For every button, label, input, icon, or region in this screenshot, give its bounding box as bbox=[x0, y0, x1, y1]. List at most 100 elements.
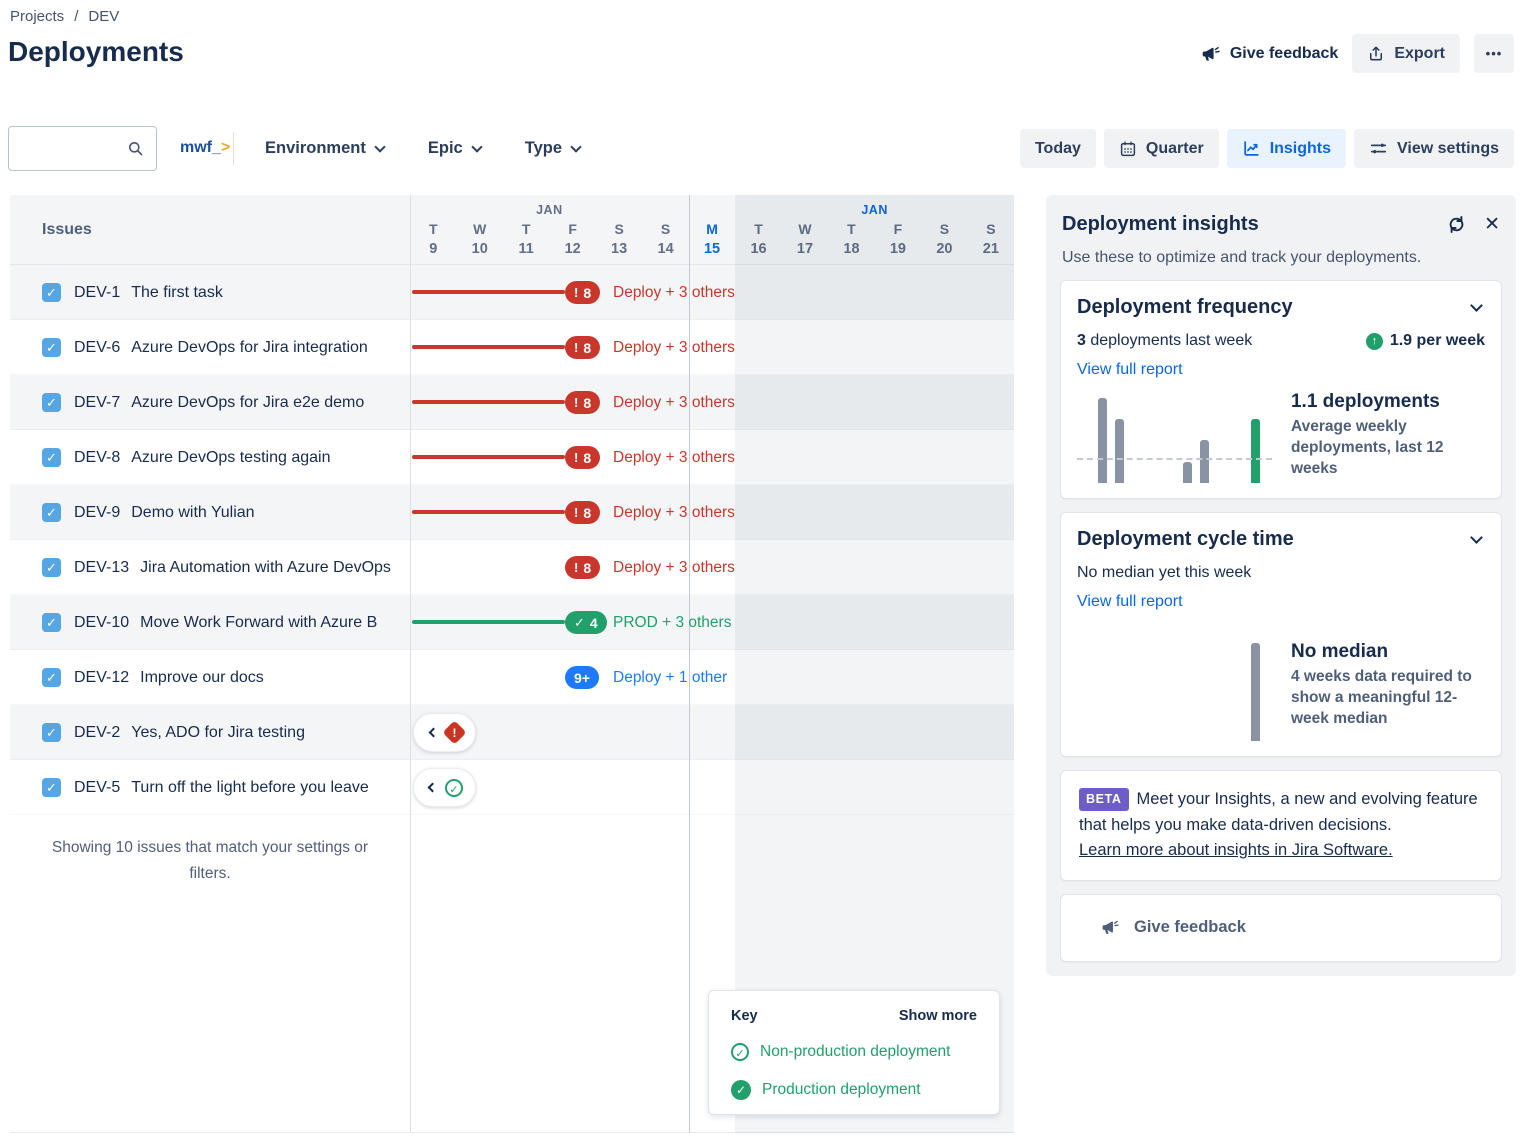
search-input[interactable] bbox=[19, 127, 124, 170]
day-column-header: S13 bbox=[596, 221, 642, 257]
give-feedback-button[interactable]: Give feedback bbox=[1201, 44, 1339, 64]
deployment-badge[interactable]: !8 bbox=[565, 391, 600, 414]
issue-checkbox[interactable]: ✓ bbox=[42, 778, 61, 797]
frequency-chart-headline: 1.1 deployments bbox=[1291, 391, 1485, 413]
issue-row[interactable]: ✓DEV-2Yes, ADO for Jira testing! bbox=[10, 705, 1014, 760]
sliders-icon bbox=[1369, 139, 1388, 158]
check-icon: ✓ bbox=[574, 615, 585, 631]
insights-button[interactable]: Insights bbox=[1227, 129, 1346, 168]
issue-text: DEV-13Jira Automation with Azure DevOps bbox=[74, 540, 408, 595]
issue-title: Turn off the light before you leave bbox=[131, 779, 368, 796]
deployment-badge[interactable]: 9+ bbox=[565, 666, 599, 689]
deployment-badge-label[interactable]: Deploy + 3 others bbox=[613, 265, 735, 320]
scroll-to-deployment-pill[interactable]: ! bbox=[413, 713, 476, 752]
more-icon: ••• bbox=[1486, 46, 1503, 61]
export-icon bbox=[1367, 45, 1385, 63]
view-settings-button[interactable]: View settings bbox=[1354, 129, 1514, 168]
issue-row-timeline: !8 Deploy + 3 others bbox=[410, 375, 1014, 430]
scroll-to-deployment-pill[interactable]: ✓ bbox=[413, 768, 476, 807]
day-column-header-today: M15 bbox=[689, 221, 735, 257]
issue-key: DEV-2 bbox=[74, 724, 120, 741]
issue-text: DEV-9Demo with Yulian bbox=[74, 485, 408, 540]
issue-title: Azure DevOps for Jira integration bbox=[131, 339, 368, 356]
issue-row[interactable]: ✓ DEV-9Demo with Yulian !8 Deploy + 3 other… bbox=[10, 485, 1014, 540]
issue-key: DEV-5 bbox=[74, 779, 120, 796]
panel-give-feedback-button[interactable]: Give feedback bbox=[1060, 894, 1502, 962]
today-button[interactable]: Today bbox=[1020, 129, 1096, 168]
breadcrumb-separator: / bbox=[74, 8, 78, 25]
issue-row[interactable]: ✓ DEV-8Azure DevOps testing again !8 Deploy… bbox=[10, 430, 1014, 485]
error-icon: ! bbox=[574, 340, 578, 355]
issues-count-footer: Showing 10 issues that match your settin… bbox=[30, 835, 390, 886]
deployment-badge-label[interactable]: Deploy + 3 others bbox=[613, 540, 735, 595]
filter-dropdowns: Environment Epic Type bbox=[265, 126, 580, 171]
frequency-view-full-report-link[interactable]: View full report bbox=[1077, 361, 1183, 379]
deployment-badge[interactable]: ✓4 bbox=[565, 611, 607, 634]
deployment-badge-label[interactable]: PROD + 3 others bbox=[613, 595, 731, 650]
issue-checkbox[interactable]: ✓ bbox=[42, 503, 61, 522]
deployment-badge[interactable]: !8 bbox=[565, 446, 600, 469]
issue-row[interactable]: ✓DEV-12Improve our docs9+Deploy + 1 othe… bbox=[10, 650, 1014, 705]
issue-row[interactable]: ✓ DEV-5 Turn off the light before you leav… bbox=[10, 760, 1014, 815]
issue-checkbox[interactable]: ✓ bbox=[42, 613, 61, 632]
issue-row[interactable]: ✓ DEV-10Move Work Forward with Azure B ✓4 P… bbox=[10, 595, 1014, 650]
learn-more-link[interactable]: Learn more about insights in Jira Softwa… bbox=[1079, 841, 1393, 859]
deployment-count: 8 bbox=[583, 285, 591, 301]
deployment-badge-label[interactable]: Deploy + 3 others bbox=[613, 485, 735, 540]
issue-checkbox[interactable]: ✓ bbox=[42, 338, 61, 357]
environment-filter-dropdown[interactable]: Environment bbox=[265, 139, 384, 158]
issue-title: The first task bbox=[131, 284, 223, 301]
user-avatar[interactable]: mwf_> bbox=[180, 139, 230, 157]
deployment-badge[interactable]: !8 bbox=[565, 336, 600, 359]
issue-text: DEV-7Azure DevOps for Jira e2e demo bbox=[74, 375, 408, 430]
deployment-bar bbox=[412, 345, 565, 349]
cycle-time-view-full-report-link[interactable]: View full report bbox=[1077, 593, 1183, 611]
issue-checkbox[interactable]: ✓ bbox=[42, 283, 61, 302]
deployment-badge-label[interactable]: Deploy + 3 others bbox=[613, 320, 735, 375]
deployment-badge-label[interactable]: Deploy + 3 others bbox=[613, 430, 735, 485]
success-check-icon: ✓ bbox=[445, 779, 463, 797]
issue-row[interactable]: ✓ DEV-13Jira Automation with Azure DevOps… bbox=[10, 540, 1014, 595]
deployment-badge-label[interactable]: Deploy + 3 others bbox=[613, 375, 735, 430]
deployment-badge-label[interactable]: Deploy + 1 other bbox=[613, 650, 727, 705]
issue-key: DEV-10 bbox=[74, 614, 129, 631]
issue-checkbox[interactable]: ✓ bbox=[42, 668, 61, 687]
chart-bar bbox=[1200, 440, 1209, 483]
show-more-link[interactable]: Show more bbox=[899, 1008, 977, 1024]
breadcrumb-projects[interactable]: Projects bbox=[10, 8, 64, 25]
refresh-icon[interactable] bbox=[1446, 214, 1467, 235]
collapse-chevron-icon[interactable] bbox=[1470, 299, 1483, 312]
deployment-badge[interactable]: !8 bbox=[565, 501, 600, 524]
issue-row[interactable]: ✓DEV-6Azure DevOps for Jira integration!… bbox=[10, 320, 1014, 375]
issue-row[interactable]: ✓ DEV-7Azure DevOps for Jira e2e demo !8 De… bbox=[10, 375, 1014, 430]
header-actions: Give feedback Export ••• bbox=[1201, 34, 1514, 73]
collapse-chevron-icon[interactable] bbox=[1470, 531, 1483, 544]
issue-text: DEV-8Azure DevOps testing again bbox=[74, 430, 408, 485]
issue-checkbox[interactable]: ✓ bbox=[42, 558, 61, 577]
close-icon[interactable]: ✕ bbox=[1484, 213, 1500, 236]
issue-checkbox[interactable]: ✓ bbox=[42, 393, 61, 412]
issue-text: DEV-5 Turn off the light before you leave bbox=[74, 760, 408, 815]
deployment-badge[interactable]: !8 bbox=[565, 281, 600, 304]
issue-checkbox[interactable]: ✓ bbox=[42, 723, 61, 742]
issue-row[interactable]: ✓DEV-1The first task!8Deploy + 3 others bbox=[10, 265, 1014, 320]
breadcrumb-project-key[interactable]: DEV bbox=[88, 8, 119, 25]
error-icon: ! bbox=[574, 285, 578, 300]
deployment-count: 8 bbox=[583, 340, 591, 356]
epic-filter-dropdown[interactable]: Epic bbox=[428, 139, 481, 158]
more-actions-button[interactable]: ••• bbox=[1474, 34, 1514, 73]
frequency-stat: 3 deployments last week bbox=[1077, 332, 1252, 350]
export-button[interactable]: Export bbox=[1352, 34, 1460, 73]
deployment-badge[interactable]: !8 bbox=[565, 556, 600, 579]
issue-checkbox[interactable]: ✓ bbox=[42, 448, 61, 467]
search-icon bbox=[126, 139, 145, 158]
quarter-button[interactable]: Quarter bbox=[1104, 129, 1219, 168]
issue-row-timeline: ✓4 PROD + 3 others bbox=[410, 595, 1014, 650]
non-production-check-icon: ✓ bbox=[731, 1043, 749, 1061]
issue-row-timeline: ! bbox=[410, 705, 1014, 760]
issue-text: DEV-10Move Work Forward with Azure B bbox=[74, 595, 408, 650]
megaphone-icon bbox=[1101, 918, 1120, 937]
type-filter-dropdown[interactable]: Type bbox=[525, 139, 580, 158]
filter-divider bbox=[233, 132, 234, 165]
breadcrumb: Projects / DEV bbox=[10, 8, 119, 25]
